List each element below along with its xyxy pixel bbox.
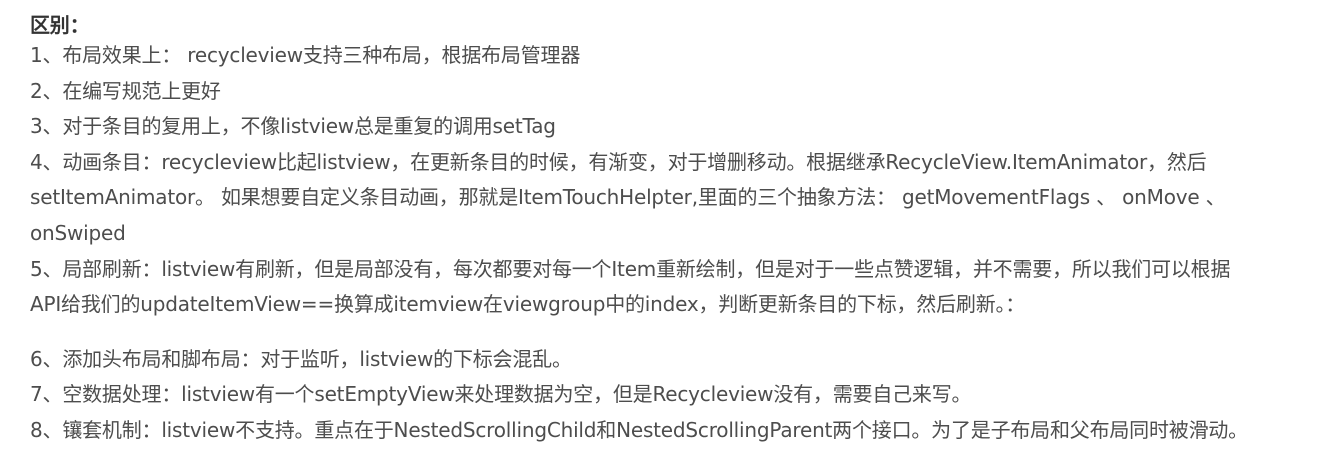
paragraph-secondary: 6、添加头布局和脚布局：对于监听，listview的下标会混乱。 7、空数据处理… bbox=[30, 342, 1320, 449]
paragraph-main: 1、布局效果上： recycleview支持三种布局，根据布局管理器 2、在编写… bbox=[30, 38, 1320, 323]
article-body: 区别： 1、布局效果上： recycleview支持三种布局，根据布局管理器 2… bbox=[0, 0, 1340, 463]
list-item-3: 3、对于条目的复用上，不像listview总是重复的调用setTag bbox=[30, 114, 556, 139]
list-item-8: 8、镶套机制：listview不支持。重点在于NestedScrollingCh… bbox=[30, 417, 1248, 442]
list-item-4-line-1: 4、动画条目：recycleview比起listview，在更新条目的时候，有渐… bbox=[30, 149, 1207, 174]
list-item-1: 1、布局效果上： recycleview支持三种布局，根据布局管理器 bbox=[30, 43, 581, 67]
list-item-4-line-2: setItemAnimator。 如果想要自定义条目动画，那就是ItemTouc… bbox=[30, 185, 1226, 210]
list-item-5-line-2: API给我们的updateItemView==换算成itemview在viewg… bbox=[30, 292, 1026, 317]
section-heading: 区别： bbox=[30, 13, 90, 37]
list-item-4-line-3: onSwiped bbox=[30, 220, 126, 245]
list-item-7: 7、空数据处理：listview有一个setEmptyView来处理数据为空，但… bbox=[30, 382, 972, 407]
list-item-5-line-1: 5、局部刷新：listview有刷新，但是局部没有，每次都要对每一个Item重新… bbox=[30, 256, 1231, 281]
list-item-6: 6、添加头布局和脚布局：对于监听，listview的下标会混乱。 bbox=[30, 346, 572, 371]
list-item-2: 2、在编写规范上更好 bbox=[30, 78, 221, 103]
